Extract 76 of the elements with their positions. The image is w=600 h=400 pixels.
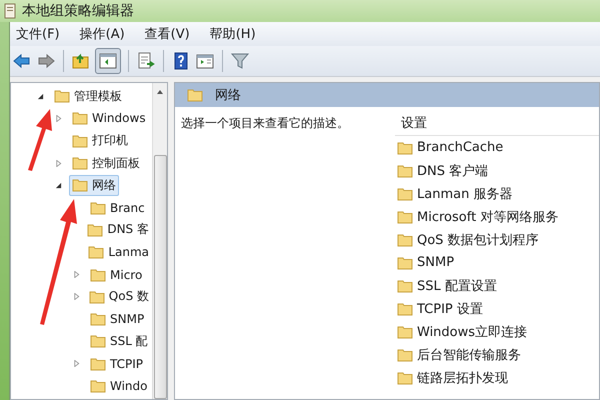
- setting-item[interactable]: 后台智能传输服务: [395, 343, 599, 366]
- tree-item[interactable]: SNMP: [87, 310, 148, 328]
- folder-icon: [90, 268, 106, 282]
- folder-icon: [90, 200, 106, 215]
- annotation-arrow: [28, 109, 52, 171]
- folder-icon: [397, 256, 413, 270]
- folder-icon: [397, 210, 413, 224]
- folder-icon: [90, 312, 106, 326]
- setting-item[interactable]: SSL 配置设置: [395, 274, 599, 297]
- tree-item[interactable]: DNS 客: [84, 219, 152, 240]
- menu-item[interactable]: 文件(F): [16, 25, 60, 43]
- scrollbar[interactable]: [152, 83, 167, 399]
- folder-icon: [397, 186, 413, 200]
- expanded-arrow-icon[interactable]: [55, 182, 62, 189]
- folder-icon: [54, 89, 70, 104]
- tree-item[interactable]: TCPIP: [87, 354, 146, 373]
- folder-icon: [87, 222, 104, 237]
- menu-item[interactable]: 帮助(H): [210, 25, 256, 43]
- tree-item[interactable]: Micro: [87, 266, 146, 284]
- setting-item[interactable]: Microsoft 对等网络服务: [395, 205, 599, 228]
- setting-item[interactable]: 链路层拓扑发现: [395, 366, 599, 389]
- forward-icon[interactable]: [36, 51, 56, 71]
- folder-icon: [90, 334, 106, 348]
- folder-icon: [72, 178, 88, 192]
- setting-item[interactable]: QoS 数据包计划程序: [395, 228, 599, 251]
- tree-item[interactable]: Branc: [87, 198, 148, 217]
- back-icon[interactable]: [12, 51, 32, 71]
- folder-icon: [397, 324, 413, 338]
- folder-icon: [72, 156, 88, 170]
- collapsed-arrow-icon[interactable]: [73, 360, 80, 368]
- export-list-icon[interactable]: [136, 51, 156, 71]
- tree-item[interactable]: QoS 数: [86, 286, 152, 308]
- tree-item[interactable]: 管理模板: [51, 86, 125, 107]
- menu-item[interactable]: 查看(V): [144, 25, 190, 43]
- folder-icon: [72, 134, 88, 148]
- folder-icon: [397, 232, 413, 246]
- details-header: 网络: [175, 83, 599, 107]
- tree-item[interactable]: 控制面板: [69, 152, 143, 174]
- description-text: 选择一个项目来查看它的描述。: [181, 116, 349, 130]
- setting-item[interactable]: BranchCache: [395, 136, 599, 159]
- setting-item[interactable]: DNS 客户端: [395, 159, 599, 182]
- filter-icon[interactable]: [230, 51, 250, 71]
- folder-up-icon[interactable]: [71, 51, 91, 71]
- setting-item[interactable]: Lanman 服务器: [395, 182, 599, 205]
- setting-item[interactable]: Windows立即连接: [395, 320, 599, 343]
- tree-item[interactable]: 打印机: [69, 130, 131, 152]
- folder-icon: [187, 88, 203, 102]
- folder-icon: [397, 164, 413, 178]
- folder-icon: [90, 379, 106, 393]
- expanded-arrow-icon[interactable]: [37, 92, 44, 100]
- folder-icon: [90, 356, 106, 371]
- tree-item[interactable]: SSL 配: [87, 330, 151, 352]
- folder-icon: [397, 278, 413, 292]
- app-icon: [4, 3, 16, 19]
- folder-icon: [72, 111, 88, 126]
- setting-item[interactable]: TCPIP 设置: [395, 297, 599, 320]
- folder-icon: [397, 302, 413, 316]
- collapsed-arrow-icon[interactable]: [73, 293, 80, 300]
- setting-item[interactable]: SNMP: [395, 251, 599, 274]
- tree-item[interactable]: Windows: [69, 109, 149, 128]
- tree-item[interactable]: Lanma: [85, 243, 152, 262]
- collapsed-arrow-icon[interactable]: [73, 271, 80, 278]
- menu-item[interactable]: 操作(A): [80, 25, 125, 43]
- tree-item[interactable]: Windo: [87, 377, 150, 395]
- scroll-up-icon[interactable]: [156, 89, 164, 95]
- tree-item[interactable]: 网络: [69, 174, 119, 196]
- folder-icon: [88, 290, 105, 304]
- tree-toggle-button[interactable]: [95, 48, 121, 74]
- window-title: 本地组策略编辑器: [22, 2, 134, 20]
- folder-icon: [397, 348, 413, 362]
- collapsed-arrow-icon[interactable]: [55, 160, 62, 167]
- folder-icon: [397, 140, 413, 154]
- folder-icon: [88, 245, 104, 260]
- collapsed-arrow-icon[interactable]: [55, 114, 62, 122]
- column-header[interactable]: 设置: [395, 111, 599, 136]
- folder-icon: [397, 370, 413, 384]
